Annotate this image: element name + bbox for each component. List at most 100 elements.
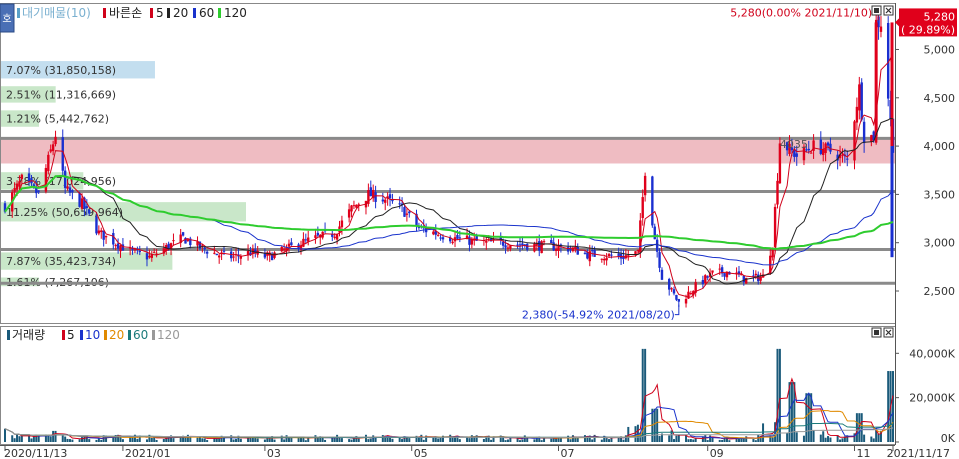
- volume-bar: [675, 435, 678, 442]
- volume-bar: [30, 438, 33, 442]
- volume-bar: [131, 437, 134, 442]
- candle-body: [689, 293, 693, 295]
- candle-body: [222, 250, 226, 252]
- volume-bar: [805, 393, 808, 442]
- volume-bar: [658, 436, 661, 442]
- volume-bar: [521, 439, 524, 442]
- volume-bar: [184, 437, 187, 442]
- x-tick-label: 2021/11/17: [887, 447, 950, 459]
- volume-bar: [812, 430, 815, 442]
- volume-bar: [78, 439, 81, 442]
- candle-body: [15, 183, 19, 190]
- candle-body: [68, 187, 72, 193]
- candle-body: [71, 190, 74, 193]
- volume-bar: [321, 437, 324, 442]
- volume-panel-close-button[interactable]: [883, 327, 894, 338]
- candle-body: [54, 136, 57, 145]
- legend-marker-ma120: [218, 8, 221, 18]
- volume-bar: [401, 439, 404, 442]
- candle-body: [841, 154, 844, 156]
- overlay-label: 4035: [780, 138, 808, 151]
- candle-body: [63, 170, 67, 188]
- volume-bar: [13, 438, 16, 442]
- volume-bar: [273, 439, 276, 442]
- legend-volume-title: 거래량: [12, 328, 45, 342]
- candle-body: [138, 250, 141, 253]
- volume-bar: [162, 438, 165, 442]
- candle-body: [217, 255, 221, 258]
- candle-body: [651, 176, 654, 226]
- volume-bar: [892, 371, 894, 442]
- candle-body: [369, 187, 372, 197]
- volume-bar: [95, 439, 98, 442]
- volume-bar: [721, 440, 724, 442]
- volume-bar: [567, 435, 570, 442]
- candle-body: [88, 209, 91, 214]
- legend-marker-ma5: [150, 8, 153, 18]
- volume-bar: [235, 438, 238, 442]
- candle-body: [569, 248, 572, 250]
- candle-body: [451, 241, 454, 244]
- volume-bar: [839, 439, 842, 442]
- candle-body: [701, 280, 705, 285]
- candle-body: [809, 152, 813, 154]
- candle-body: [145, 253, 149, 260]
- supply-bar-label: 7.07% (31,850,158): [6, 64, 116, 77]
- candle-body: [388, 194, 392, 199]
- volume-bar: [745, 436, 748, 442]
- candle-body: [66, 186, 69, 189]
- volume-bar: [754, 440, 757, 442]
- supply-bar-label: 11.25% (50,659,964): [6, 206, 123, 219]
- y-tick-label: 3,500: [924, 188, 956, 201]
- candle-body: [186, 239, 190, 241]
- volume-bar: [420, 434, 423, 442]
- candle-body: [27, 173, 31, 181]
- candle-body: [773, 206, 777, 247]
- volume-bar: [287, 437, 290, 442]
- candle-body: [807, 148, 810, 151]
- volume-bar: [673, 439, 676, 442]
- volume-bar: [367, 439, 370, 442]
- candle-body: [552, 242, 555, 251]
- candle-body: [862, 121, 866, 144]
- candle-body: [504, 245, 507, 248]
- volume-bar: [100, 439, 103, 442]
- price-panel-maximize-button[interactable]: [871, 5, 882, 16]
- volume-bar: [863, 434, 866, 442]
- volume-bar: [591, 439, 594, 442]
- legend-ma120: 120: [224, 6, 247, 20]
- candle-body: [458, 237, 462, 239]
- volume-bar: [4, 428, 6, 442]
- volume-bar: [704, 435, 707, 442]
- volume-bar: [348, 439, 351, 442]
- volume-bar: [71, 439, 74, 442]
- volume-bar: [68, 439, 71, 442]
- volume-bar: [540, 440, 543, 442]
- candle-body: [576, 246, 579, 255]
- candle-body: [485, 240, 488, 243]
- candle-body: [795, 153, 798, 157]
- price-legend: 대기매물(10) 바른손 5 20 60 120: [17, 6, 247, 20]
- volume-bar: [827, 436, 830, 442]
- legend-marker-ma60: [193, 8, 196, 18]
- volume-bar: [822, 431, 825, 442]
- candle-body: [95, 216, 98, 234]
- volume-bar: [121, 439, 124, 442]
- candle-body: [104, 235, 108, 238]
- volume-panel-maximize-button[interactable]: [871, 327, 882, 338]
- high-price-annotation: 5,280(0.00% 2021/11/10): [730, 6, 872, 19]
- volume-bar: [256, 438, 259, 442]
- candle-body: [846, 158, 849, 160]
- volume-bar: [636, 424, 639, 442]
- price-panel-close-button[interactable]: [883, 5, 894, 16]
- candle-body: [112, 233, 115, 245]
- volume-bar: [316, 437, 319, 442]
- candle-body: [600, 258, 604, 260]
- volume-bar: [201, 438, 204, 442]
- volume-bar: [583, 435, 586, 442]
- candle-body: [667, 278, 671, 290]
- volume-bar: [206, 440, 209, 442]
- candle-body: [675, 294, 678, 300]
- candle-body: [153, 251, 156, 253]
- legend-vma10: 10: [85, 328, 100, 342]
